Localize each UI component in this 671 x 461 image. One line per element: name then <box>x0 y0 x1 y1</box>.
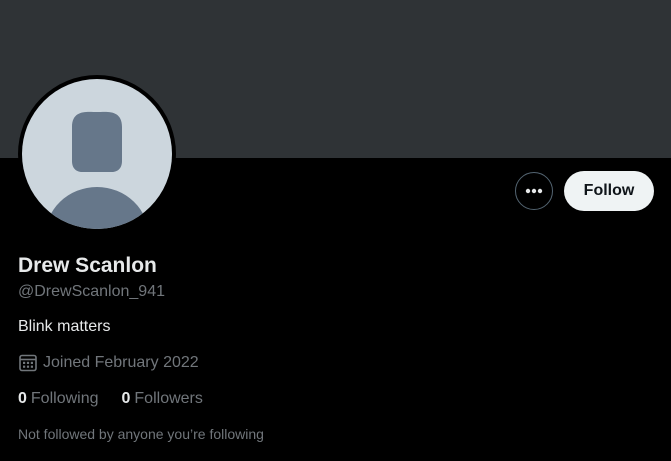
calendar-icon <box>19 354 37 372</box>
profile-bio: Blink matters <box>18 318 111 335</box>
followers-link[interactable]: 0 Followers <box>122 389 203 409</box>
following-label: Following <box>30 390 99 407</box>
profile-avatar[interactable] <box>18 75 176 233</box>
following-count: 0 <box>18 390 27 407</box>
display-name: Drew Scanlon <box>18 254 157 277</box>
joined-date: Joined February 2022 <box>18 353 199 373</box>
user-handle: @DrewScanlon_941 <box>18 283 165 300</box>
default-avatar-icon <box>22 79 172 229</box>
following-link[interactable]: 0 Following <box>18 389 99 409</box>
joined-text: Joined February 2022 <box>43 354 199 371</box>
more-options-button[interactable] <box>515 172 553 210</box>
follow-stats: 0 Following 0 Followers <box>18 389 226 409</box>
more-horizontal-icon <box>525 188 543 194</box>
followers-you-know-note: Not followed by anyone you’re following <box>18 426 264 442</box>
followers-count: 0 <box>121 390 131 407</box>
follow-button[interactable]: Follow <box>564 171 654 211</box>
followers-label: Followers <box>134 390 203 407</box>
